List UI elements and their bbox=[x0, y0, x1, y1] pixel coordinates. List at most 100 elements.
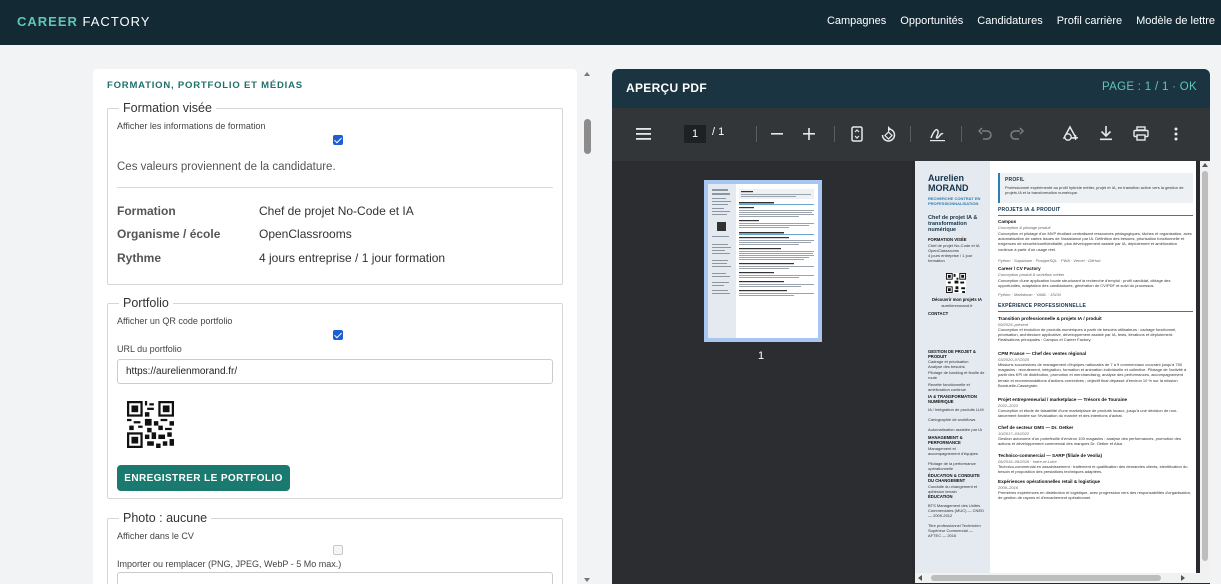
cv-projects-title: PROJETS IA & PRODUIT bbox=[998, 207, 1061, 213]
undo-icon[interactable] bbox=[978, 127, 992, 140]
cv-skill-item: Recette fonctionnelle et amélioration co… bbox=[928, 382, 970, 392]
cv-exp-desc: Conception et étude de faisabilité d'une… bbox=[998, 408, 1178, 419]
cv-formation-line: 4 jours entreprise / 1 jour formation bbox=[928, 253, 973, 263]
nav-links: Campagnes Opportunités Candidatures Prof… bbox=[827, 15, 1215, 27]
pdf-scroll-right-icon[interactable] bbox=[1181, 575, 1185, 581]
save-portfolio-button[interactable]: ENREGISTRER LE PORTFOLIO bbox=[117, 465, 290, 491]
cv-skill-title: ÉDUCATION & CONDUITE DU CHANGEMENT bbox=[928, 473, 980, 483]
cv-skill-item: Pilotage de backlog et feuille de route bbox=[928, 370, 985, 380]
page-thumbnail[interactable] bbox=[704, 180, 822, 342]
brand-rest: FACTORY bbox=[82, 14, 151, 29]
formation-key: Formation bbox=[117, 204, 176, 218]
cv-project-sub: Conception & pilotage produit bbox=[998, 225, 1051, 230]
nav-profil-carriere[interactable]: Profil carrière bbox=[1057, 15, 1122, 27]
zoom-in-icon[interactable] bbox=[803, 128, 815, 140]
cv-skill-item: Pilotage de la performance opérationnell… bbox=[928, 461, 976, 471]
cv-exp-role: Technico-commercial — SARP (filiale de V… bbox=[998, 453, 1102, 458]
nav-campagnes[interactable]: Campagnes bbox=[827, 15, 886, 27]
brand-accent: CAREER bbox=[17, 14, 78, 29]
cv-exp-role: CPM France — Chef des ventes régional bbox=[998, 351, 1087, 356]
nav-opportunites[interactable]: Opportunités bbox=[900, 15, 963, 27]
cv-experience-title: EXPÉRIENCE PROFESSIONNELLE bbox=[998, 303, 1086, 309]
organisme-value: OpenClassrooms bbox=[259, 227, 352, 241]
annotate-icon[interactable] bbox=[929, 126, 946, 142]
cv-contact-title: CONTACT bbox=[928, 311, 949, 316]
nav-candidatures[interactable]: Candidatures bbox=[977, 15, 1042, 27]
photo-file-input[interactable] bbox=[117, 572, 553, 584]
cv-exp-role: Chef de secteur GMS — Dr. Oetker bbox=[998, 425, 1074, 430]
rotate-icon[interactable] bbox=[880, 126, 897, 143]
cv-skill-item: Cartographie de workflows bbox=[928, 417, 976, 422]
pdf-scroll-left-icon[interactable] bbox=[918, 575, 922, 581]
pdf-vertical-scrollbar[interactable] bbox=[1200, 161, 1210, 581]
cv-subtitle: RECHERCHE CONTRAT EN PROFESSIONNALISATIO… bbox=[928, 196, 981, 206]
scroll-up-icon[interactable] bbox=[584, 72, 590, 76]
cv-skill-item: Automatisation assistée par IA bbox=[928, 427, 983, 432]
cv-qr-code bbox=[946, 273, 966, 293]
brand-logo[interactable]: CAREER FACTORY bbox=[17, 14, 150, 29]
pdf-preview-panel: APERÇU PDF PAGE : 1 / 1 · OK 1 / 1 1 Aur… bbox=[612, 69, 1210, 584]
pdf-horizontal-scrollbar[interactable] bbox=[915, 573, 1210, 583]
cv-exp-role: Transition professionnelle & projets IA … bbox=[998, 316, 1102, 321]
scroll-down-icon[interactable] bbox=[584, 578, 590, 582]
print-icon[interactable] bbox=[1133, 126, 1149, 141]
cv-rule bbox=[998, 215, 1193, 216]
portfolio-qr-code bbox=[127, 401, 174, 448]
scroll-thumb[interactable] bbox=[584, 119, 591, 154]
cv-qr-caption: Découvrir mon projets IA bbox=[931, 297, 983, 302]
photo-import-label: Importer ou remplacer (PNG, JPEG, WebP -… bbox=[117, 559, 342, 569]
cv-qr-url: aurelienmorand.fr bbox=[941, 303, 973, 308]
cv-skill-title: GESTION DE PROJET & PRODUIT bbox=[928, 349, 976, 359]
redo-icon[interactable] bbox=[1010, 127, 1024, 140]
top-navigation: CAREER FACTORY Campagnes Opportunités Ca… bbox=[0, 0, 1221, 45]
formation-show-checkbox[interactable] bbox=[333, 135, 343, 145]
nav-modele-lettre[interactable]: Modèle de lettre bbox=[1136, 15, 1215, 27]
pdf-horizontal-thumb[interactable] bbox=[931, 575, 1161, 581]
page-number-input[interactable]: 1 bbox=[684, 125, 706, 143]
cv-formation-title: FORMATION VISÉE bbox=[928, 237, 967, 242]
cv-job-title: Chef de projet IA & transformation numér… bbox=[928, 215, 978, 233]
cv-project-desc: Conception d'une application locale stru… bbox=[998, 278, 1171, 289]
cv-skill-title: MANAGEMENT & PERFORMANCE bbox=[928, 435, 963, 445]
cv-name: Aurelien MORAND bbox=[928, 173, 969, 193]
organisme-key: Organisme / école bbox=[117, 227, 221, 241]
formation-divider bbox=[117, 187, 553, 188]
photo-show-label: Afficher dans le CV bbox=[117, 531, 194, 541]
cv-exp-desc: Premières expériences en distribution et… bbox=[998, 490, 1192, 501]
cv-skill-item: Management et accompagnement d'équipes bbox=[928, 446, 978, 456]
formation-value: Chef de projet No-Code et IA bbox=[259, 204, 414, 218]
portfolio-qr-checkbox[interactable] bbox=[333, 330, 343, 340]
settings-panel: FORMATION, PORTFOLIO ET MÉDIAS Formation… bbox=[93, 69, 577, 584]
add-annotation-icon[interactable] bbox=[1061, 125, 1079, 143]
cv-rule bbox=[998, 311, 1193, 312]
photo-show-checkbox[interactable] bbox=[333, 545, 343, 555]
cv-profile-text: Professionnel expérimenté au profil hybr… bbox=[1005, 185, 1184, 196]
download-icon[interactable] bbox=[1099, 125, 1113, 141]
pdf-vertical-thumb[interactable] bbox=[1202, 171, 1208, 561]
section-title: FORMATION, PORTFOLIO ET MÉDIAS bbox=[107, 80, 303, 91]
cv-project-name: Campus bbox=[998, 219, 1017, 224]
menu-icon[interactable] bbox=[636, 127, 652, 141]
cv-profile-box: PROFIL Professionnel expérimenté au prof… bbox=[998, 173, 1193, 203]
cv-skill-item: Conduite du changement et adhésion terra… bbox=[928, 484, 978, 494]
toolbar-separator bbox=[910, 126, 911, 142]
zoom-out-icon[interactable] bbox=[771, 128, 783, 140]
more-options-icon[interactable] bbox=[1173, 126, 1179, 142]
cv-project-tags: Python · Markdown · YAML · JSON bbox=[998, 292, 1061, 297]
toolbar-separator bbox=[834, 126, 835, 142]
portfolio-url-input[interactable]: https://aurelienmorand.fr/ bbox=[117, 359, 553, 384]
portfolio-qr-label: Afficher un QR code portfolio bbox=[117, 316, 233, 326]
cv-skill-title: ÉDUCATION bbox=[928, 494, 953, 499]
cv-exp-desc: Conception et évolution de produits numé… bbox=[998, 327, 1177, 343]
cv-sidebar: Aurelien MORAND RECHERCHE CONTRAT EN PRO… bbox=[915, 161, 990, 581]
toolbar-separator bbox=[961, 126, 962, 142]
cv-skill-title: IA & TRANSFORMATION NUMÉRIQUE bbox=[928, 394, 977, 404]
formation-note: Ces valeurs proviennent de la candidatur… bbox=[117, 161, 336, 173]
left-scrollbar[interactable] bbox=[582, 69, 592, 584]
pdf-viewer: 1 Aurelien MORAND RECHERCHE CONTRAT EN P… bbox=[612, 161, 1210, 584]
formation-legend: Formation visée bbox=[123, 101, 212, 115]
fit-page-icon[interactable] bbox=[851, 126, 863, 142]
cv-exp-desc: Gestion autonome d'un portefeuille d'env… bbox=[998, 436, 1181, 447]
cv-last-name: MORAND bbox=[928, 183, 969, 193]
pdf-scroll-up-icon[interactable] bbox=[1202, 163, 1208, 167]
